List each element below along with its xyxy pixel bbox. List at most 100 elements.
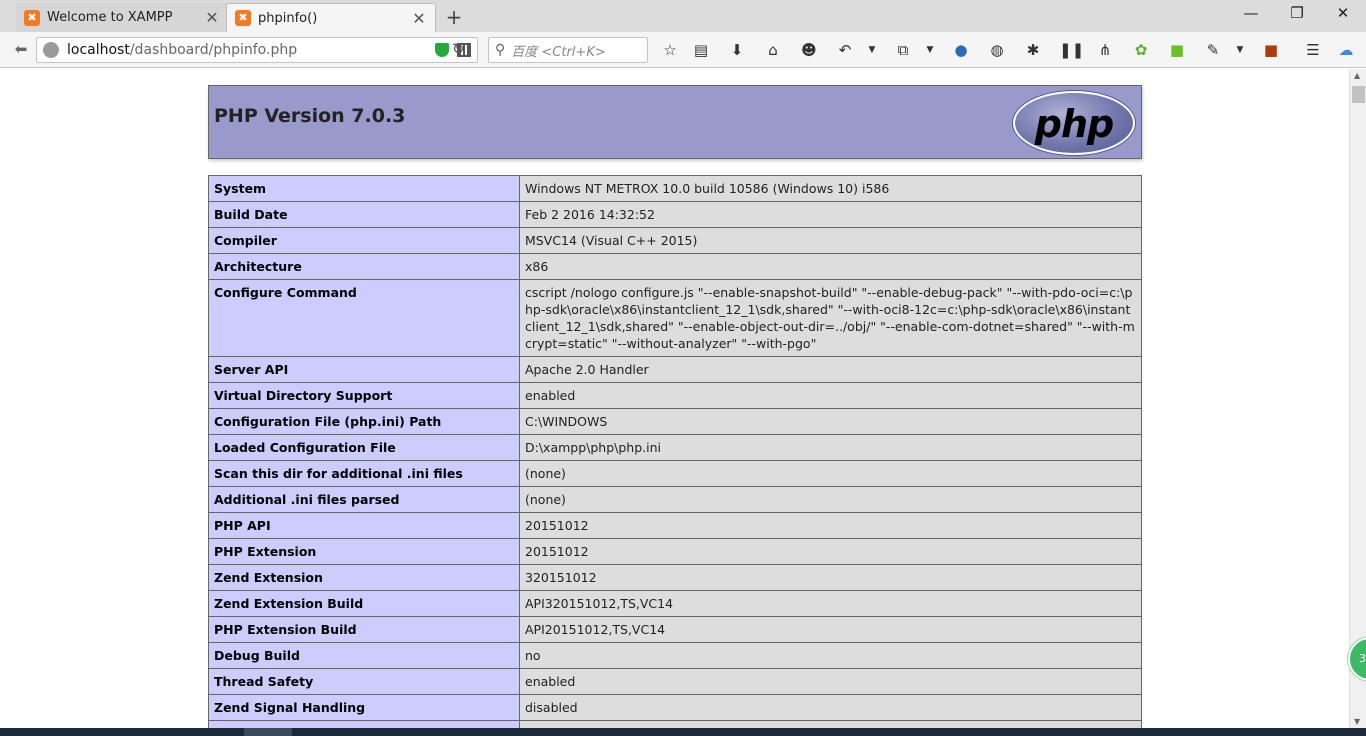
android-icon[interactable]: ✿ — [1131, 40, 1151, 60]
row-value: Windows NT METROX 10.0 build 10586 (Wind… — [519, 175, 1142, 202]
table-row: Loaded Configuration File D:\xampp\php\ph… — [208, 434, 1142, 461]
new-tab-icon[interactable]: + — [444, 5, 464, 29]
star-icon[interactable]: ☆ — [660, 40, 680, 60]
chevron-down-icon[interactable]: ▼ — [920, 40, 940, 60]
row-key: PHP Extension — [208, 538, 520, 565]
scrollbar-thumb[interactable] — [1352, 86, 1365, 103]
table-row: Server API Apache 2.0 Handler — [208, 356, 1142, 383]
row-value: D:\xampp\php\php.ini — [519, 434, 1142, 461]
xampp-icon: ✖ — [24, 9, 40, 26]
search-icon: ⚲ — [495, 42, 506, 58]
restore-icon[interactable]: ❐ — [1282, 4, 1312, 22]
puzzle-icon[interactable]: ✎ — [1203, 40, 1223, 60]
menu-icon[interactable]: ☰ — [1303, 40, 1323, 60]
php-version-header: PHP Version 7.0.3 php — [208, 85, 1142, 159]
table-row: Additional .ini files parsed (none) — [208, 486, 1142, 513]
undo-icon[interactable]: ↶ — [835, 40, 855, 60]
row-value: (none) — [519, 460, 1142, 487]
footprint-icon[interactable]: ❚❚ — [1059, 40, 1084, 60]
chevron-down-icon[interactable]: ▼ — [1230, 40, 1250, 60]
row-key: Additional .ini files parsed — [208, 486, 520, 513]
close-window-icon[interactable]: ✕ — [1328, 4, 1358, 22]
stop-icon[interactable]: ■ — [1261, 40, 1281, 60]
navigation-toolbar: ⬅ localhost/dashboard/phpinfo.php ↻ ⚲ 百度… — [0, 32, 1366, 68]
weather-icon[interactable]: ☁ — [1336, 40, 1356, 60]
security-shield-icon[interactable] — [435, 43, 449, 57]
row-key: Scan this dir for additional .ini files — [208, 460, 520, 487]
row-value: API320151012,TS,VC14 — [519, 590, 1142, 617]
page-viewport: PHP Version 7.0.3 php System Windows NT M… — [0, 69, 1349, 728]
row-key: Thread Safety — [208, 668, 520, 695]
row-value: disabled — [519, 694, 1142, 721]
row-key — [208, 720, 520, 728]
network-icon[interactable]: ◍ — [987, 40, 1007, 60]
home-icon[interactable]: ⌂ — [763, 40, 783, 60]
vertical-scrollbar[interactable]: ▲ ▼ — [1349, 69, 1366, 728]
row-key: Configure Command — [208, 279, 520, 357]
table-row: Scan this dir for additional .ini files(… — [208, 460, 1142, 487]
table-row: Configuration File (php.ini) Path C:\WIND… — [208, 408, 1142, 435]
taskbar — [0, 728, 1366, 736]
row-key: Debug Build — [208, 642, 520, 669]
bug-icon[interactable]: ✱ — [1023, 40, 1043, 60]
tab-phpinfo[interactable]: ✖ phpinfo() ✕ — [226, 3, 436, 32]
row-value: C:\WINDOWS — [519, 408, 1142, 435]
php-logo-text: php — [1034, 102, 1114, 146]
row-key: Build Date — [208, 201, 520, 228]
xampp-icon: ✖ — [235, 10, 251, 26]
table-row: Zend Extension 320151012 — [208, 564, 1142, 591]
address-bar[interactable]: localhost/dashboard/phpinfo.php — [36, 37, 478, 63]
row-key: Zend Extension — [208, 564, 520, 591]
table-row: Debug Build no — [208, 642, 1142, 669]
row-key: Server API — [208, 356, 520, 383]
chevron-down-icon[interactable]: ▼ — [862, 40, 882, 60]
tab-welcome-to-xampp[interactable]: ✖ Welcome to XAMPP ✕ — [16, 3, 228, 32]
php-info-table: System Windows NT METROX 10.0 build 10586… — [208, 175, 1142, 728]
tree-icon[interactable]: ⋔ — [1095, 40, 1115, 60]
taskbar-item[interactable] — [244, 728, 292, 736]
row-key: Loaded Configuration File — [208, 434, 520, 461]
row-key: Architecture — [208, 253, 520, 280]
table-row: Thread Safety enabled — [208, 668, 1142, 695]
table-row: System Windows NT METROX 10.0 build 10586… — [208, 175, 1142, 202]
close-tab-icon[interactable]: ✕ — [204, 8, 220, 27]
row-value: x86 — [519, 253, 1142, 280]
table-row: PHP Extension Build API20151012,TS,VC14 — [208, 616, 1142, 643]
row-key: Zend Signal Handling — [208, 694, 520, 721]
table-row: Build Date Feb 2 2016 14:32:52 — [208, 201, 1142, 228]
table-row — [208, 720, 1142, 728]
site-info-icon[interactable] — [43, 42, 59, 58]
table-row: Compiler MSVC14 (Visual C++ 2015) — [208, 227, 1142, 254]
row-value: 20151012 — [519, 538, 1142, 565]
row-value: cscript /nologo configure.js "--enable-s… — [519, 279, 1142, 357]
row-key: Configuration File (php.ini) Path — [208, 408, 520, 435]
screenshot-icon[interactable]: ⧉ — [893, 40, 913, 60]
search-placeholder: 百度 <Ctrl+K> — [511, 44, 606, 60]
row-value: Feb 2 2016 14:32:52 — [519, 201, 1142, 228]
reload-icon[interactable]: ↻ — [452, 40, 465, 58]
tab-title: Welcome to XAMPP — [47, 10, 173, 25]
row-value: Apache 2.0 Handler — [519, 356, 1142, 383]
table-row: PHP API 20151012 — [208, 512, 1142, 539]
reading-list-icon[interactable]: ▤ — [691, 40, 711, 60]
emoji-icon[interactable]: ☻ — [799, 40, 819, 60]
row-value: 20151012 — [519, 512, 1142, 539]
download-icon[interactable]: ⬇ — [727, 40, 747, 60]
url-host: localhost — [67, 42, 130, 58]
url-path: /dashboard/phpinfo.php — [129, 42, 298, 58]
search-input[interactable]: ⚲ 百度 <Ctrl+K> — [488, 37, 648, 63]
row-key: System — [208, 175, 520, 202]
table-row: Zend Signal Handling disabled — [208, 694, 1142, 721]
row-value: no — [519, 642, 1142, 669]
row-value: API20151012,TS,VC14 — [519, 616, 1142, 643]
scroll-down-icon[interactable]: ▼ — [1354, 717, 1360, 726]
row-value: enabled — [519, 668, 1142, 695]
minimize-icon[interactable]: — — [1236, 4, 1266, 22]
chat-icon[interactable]: ● — [951, 40, 971, 60]
row-value: (none) — [519, 486, 1142, 513]
php-logo[interactable]: php — [1013, 91, 1135, 155]
close-tab-icon[interactable]: ✕ — [411, 9, 427, 28]
scroll-up-icon[interactable]: ▲ — [1354, 71, 1360, 80]
green-square-icon[interactable]: ■ — [1167, 40, 1187, 60]
back-icon[interactable]: ⬅ — [12, 40, 30, 58]
